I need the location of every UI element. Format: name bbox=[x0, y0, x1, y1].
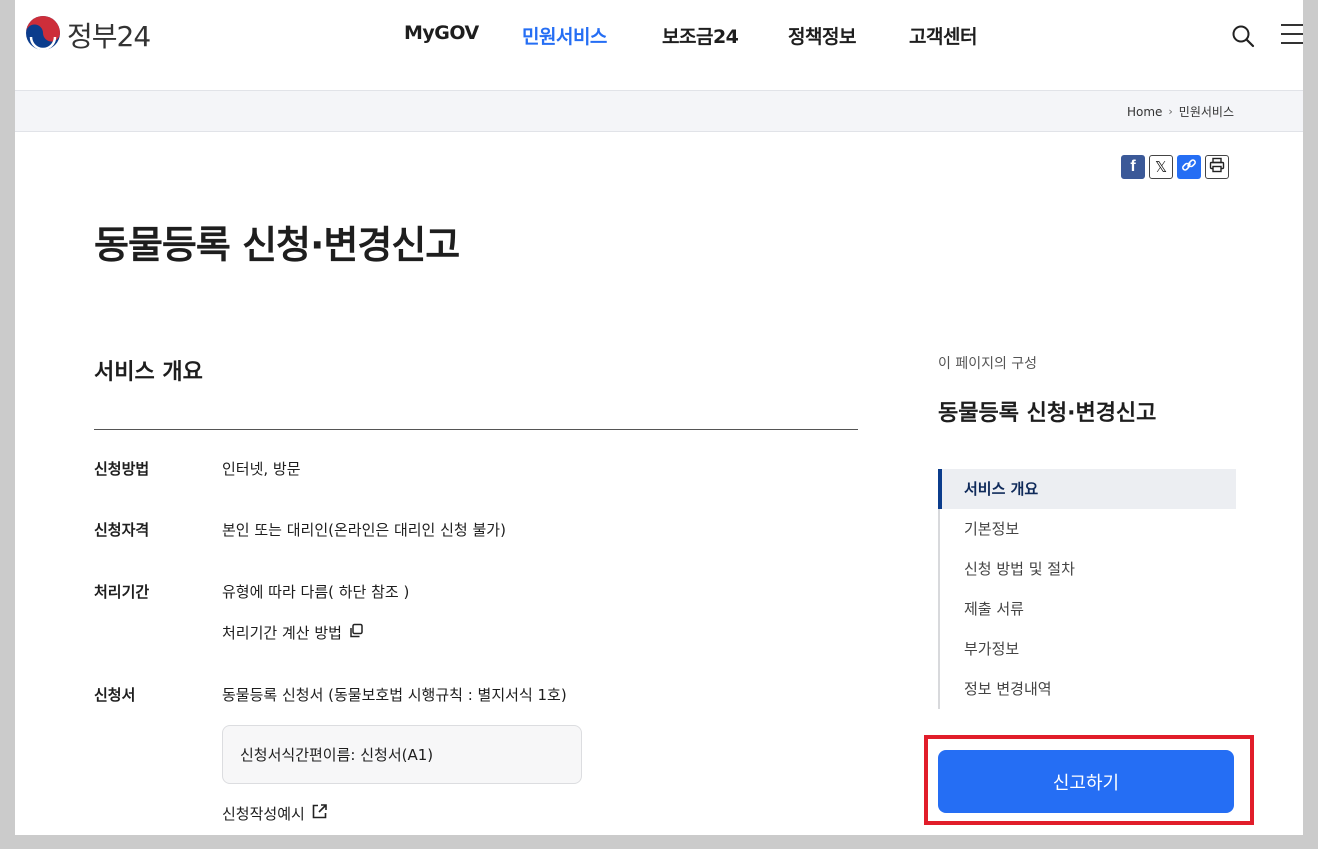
page: 정부24 MyGOV 민원서비스 보조금24 정책정보 고객센터 Home › … bbox=[15, 0, 1303, 835]
form-short-name-box: 신청서식간편이름: 신청서(A1) bbox=[222, 725, 582, 784]
x-icon: 𝕏 bbox=[1154, 158, 1168, 176]
nav-item-subsidy24[interactable]: 보조금24 bbox=[662, 22, 739, 49]
link-label: 신청작성예시 bbox=[222, 805, 305, 823]
link-icon bbox=[1181, 157, 1197, 177]
toc-item-overview[interactable]: 서비스 개요 bbox=[938, 469, 1236, 509]
site-logo[interactable]: 정부24 bbox=[25, 15, 151, 55]
apply-button[interactable]: 신고하기 bbox=[938, 750, 1234, 813]
toc-item-basic-info[interactable]: 기본정보 bbox=[940, 509, 1236, 549]
toc-caption: 이 페이지의 구성 bbox=[938, 356, 1038, 372]
copy-link-button[interactable] bbox=[1177, 155, 1201, 179]
row-label-application-form: 신청서 bbox=[94, 686, 136, 704]
processing-time-calc-link[interactable]: 처리기간 계산 방법 bbox=[222, 622, 364, 643]
section-divider bbox=[94, 429, 858, 430]
search-icon bbox=[1231, 25, 1255, 52]
form-example-link[interactable]: 신청작성예시 bbox=[222, 803, 328, 824]
row-value-processing-time: 유형에 따라 다름( 하단 참조 ) bbox=[222, 583, 410, 601]
nav-item-civil-service[interactable]: 민원서비스 bbox=[522, 22, 607, 49]
link-label: 처리기간 계산 방법 bbox=[222, 624, 342, 642]
breadcrumb-bar: Home › 민원서비스 bbox=[15, 90, 1303, 132]
share-toolbar: f 𝕏 bbox=[1121, 155, 1229, 179]
row-label-method: 신청방법 bbox=[94, 460, 150, 478]
printer-icon bbox=[1209, 157, 1225, 177]
section-title: 서비스 개요 bbox=[94, 360, 203, 385]
nav-item-customer-center[interactable]: 고객센터 bbox=[909, 22, 977, 49]
toc-item-documents[interactable]: 제출 서류 bbox=[940, 589, 1236, 629]
logo-text: 정부24 bbox=[67, 20, 151, 53]
search-button[interactable] bbox=[1231, 24, 1257, 50]
row-label-eligibility: 신청자격 bbox=[94, 521, 150, 539]
toc-list: 서비스 개요 기본정보 신청 방법 및 절차 제출 서류 부가정보 정보 변경내… bbox=[938, 469, 1236, 709]
taegeuk-icon bbox=[25, 15, 61, 55]
site-header: 정부24 MyGOV 민원서비스 보조금24 정책정보 고객센터 bbox=[15, 0, 1303, 90]
toc-item-additional-info[interactable]: 부가정보 bbox=[940, 629, 1236, 669]
toc-title: 동물등록 신청·변경신고 bbox=[938, 401, 1157, 426]
external-link-icon bbox=[311, 803, 328, 824]
toc-item-procedure[interactable]: 신청 방법 및 절차 bbox=[940, 549, 1236, 589]
hamburger-menu-button[interactable] bbox=[1281, 24, 1303, 46]
breadcrumb-home[interactable]: Home bbox=[1127, 105, 1162, 119]
row-label-processing-time: 처리기간 bbox=[94, 583, 150, 601]
copy-icon bbox=[348, 623, 364, 643]
toc-item-change-history[interactable]: 정보 변경내역 bbox=[940, 669, 1236, 709]
facebook-share-button[interactable]: f bbox=[1121, 155, 1145, 179]
breadcrumb: Home › 민원서비스 bbox=[1127, 103, 1234, 120]
breadcrumb-current[interactable]: 민원서비스 bbox=[1179, 103, 1234, 120]
nav-item-policy-info[interactable]: 정책정보 bbox=[788, 22, 856, 49]
row-value-application-form: 동물등록 신청서 (동물보호법 시행규칙 : 별지서식 1호) bbox=[222, 686, 567, 704]
nav-item-mygov[interactable]: MyGOV bbox=[404, 22, 479, 44]
facebook-icon: f bbox=[1130, 158, 1136, 175]
row-value-method: 인터넷, 방문 bbox=[222, 460, 301, 478]
x-share-button[interactable]: 𝕏 bbox=[1149, 155, 1173, 179]
row-value-eligibility: 본인 또는 대리인(온라인은 대리인 신청 불가) bbox=[222, 521, 506, 539]
chevron-right-icon: › bbox=[1168, 105, 1173, 118]
print-button[interactable] bbox=[1205, 155, 1229, 179]
page-title: 동물등록 신청·변경신고 bbox=[94, 223, 460, 267]
